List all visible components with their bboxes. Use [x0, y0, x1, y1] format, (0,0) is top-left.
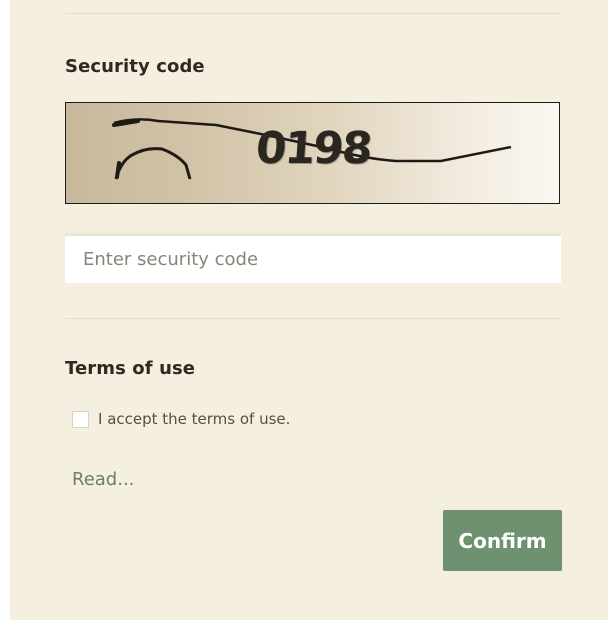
section-divider — [65, 318, 561, 319]
accept-terms-row[interactable]: I accept the terms of use. — [72, 410, 290, 428]
top-divider — [65, 13, 561, 14]
confirm-button[interactable]: Confirm — [443, 510, 562, 571]
captcha-image: 0198 — [65, 102, 560, 204]
read-terms-link[interactable]: Read... — [72, 469, 134, 490]
form-panel: Security code 0198 Terms of use I accept… — [10, 0, 608, 620]
accept-terms-label[interactable]: I accept the terms of use. — [98, 410, 290, 428]
accept-terms-checkbox[interactable] — [72, 410, 89, 428]
captcha-characters: 0198 — [254, 123, 373, 174]
terms-of-use-heading: Terms of use — [65, 358, 196, 379]
security-code-input[interactable] — [65, 233, 561, 283]
security-code-heading: Security code — [65, 56, 205, 77]
